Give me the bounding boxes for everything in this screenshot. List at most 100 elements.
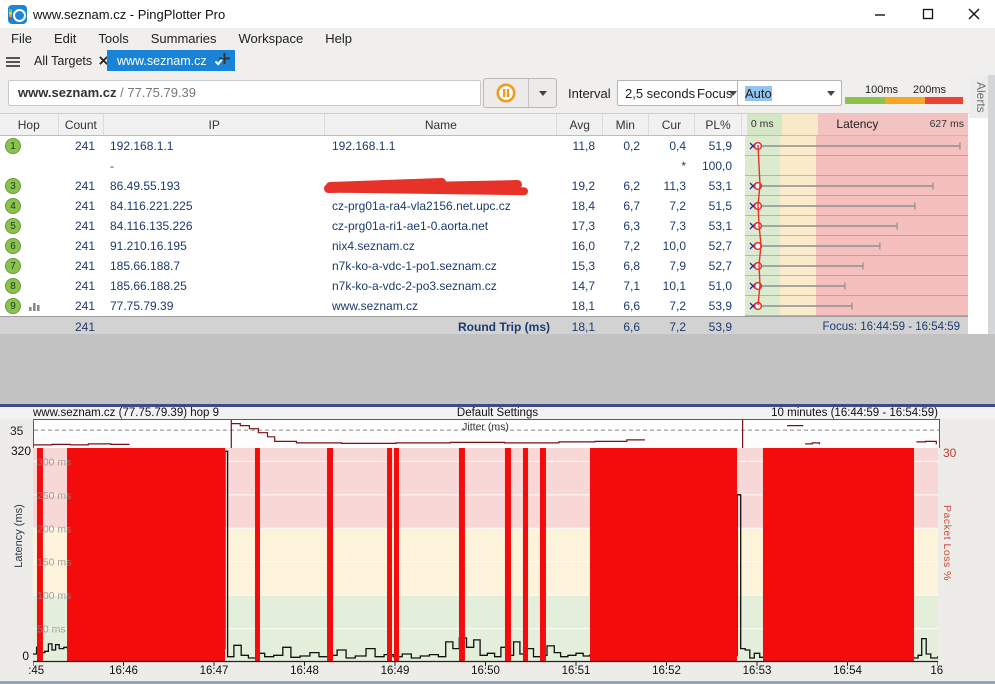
window-title: www.seznam.cz - PingPlotter Pro (33, 7, 225, 22)
hop-cell: 6 (0, 236, 58, 256)
tab-all-targets[interactable]: All Targets (24, 50, 118, 71)
name-cell (325, 156, 558, 176)
hop-row-4[interactable]: 424184.116.221.225cz-prg01a-ra4-vla2156.… (0, 196, 968, 216)
hop-row-7[interactable]: 7241185.66.188.7n7k-ko-a-vdc-1-po1.sezna… (0, 256, 968, 276)
time-tick-label: 16:48 (290, 665, 319, 677)
tab-active-label: www.seznam.cz (117, 54, 207, 68)
name-cell: 192.168.1.1 (325, 136, 558, 156)
latency-range-cell (745, 236, 968, 256)
avg-cell: 14,7 (558, 276, 603, 296)
min-cell: 6,2 (603, 176, 648, 196)
chevron-down-icon (827, 91, 835, 96)
chevron-down-icon (539, 91, 547, 96)
svg-text:100 ms: 100 ms (37, 590, 71, 602)
pl-cell: 51,9 (694, 136, 740, 156)
new-tab-button[interactable] (218, 52, 231, 65)
hop-row-2[interactable]: -*100,0 (0, 156, 968, 176)
latency-range-cell (745, 216, 968, 236)
avg-cell: 15,3 (558, 256, 603, 276)
time-tick-label: 16:53 (743, 665, 772, 677)
toolbar: www.seznam.cz / 77.75.79.39 Interval 2,5… (0, 73, 995, 114)
menu-item-workspace[interactable]: Workspace (227, 28, 314, 50)
ip-cell: 91.210.16.195 (103, 236, 325, 256)
tab-www-seznam-cz[interactable]: www.seznam.cz (107, 50, 235, 71)
column-header-pl[interactable]: PL% (695, 114, 742, 135)
alerts-side-tab[interactable]: Alerts (969, 76, 988, 118)
pause-control (483, 78, 557, 108)
hop-row-9[interactable]: 924177.75.79.39www.seznam.cz18,16,67,253… (0, 296, 968, 316)
focus-select[interactable]: Auto (737, 80, 842, 106)
time-tick-label: 16:52 (652, 665, 681, 677)
column-header-cur[interactable]: Cur (649, 114, 696, 135)
hop-row-6[interactable]: 624191.210.16.195nix4.seznam.cz16,07,210… (0, 236, 968, 256)
name-cell: n7k-ko-a-vdc-1-po1.seznam.cz (325, 256, 558, 276)
hamburger-icon[interactable] (6, 57, 20, 67)
column-header-avg[interactable]: Avg (557, 114, 603, 135)
hop-number-badge: 8 (5, 278, 21, 294)
pl-cell: 51,0 (694, 276, 740, 296)
count-cell: 241 (58, 236, 103, 256)
minimize-icon[interactable] (872, 6, 888, 22)
hop-row-5[interactable]: 524184.116.135.226cz-prg01a-ri1-ae1-0.ao… (0, 216, 968, 236)
focus-label: Focus (697, 86, 732, 101)
latency-range-cell (745, 296, 968, 316)
packet-loss-axis-max: 30 (943, 446, 956, 460)
timeline-range-label: 10 minutes (16:44:59 - 16:54:59) (771, 407, 938, 419)
time-tick-label: 16:54 (833, 665, 862, 677)
cur-cell: 11,3 (648, 176, 694, 196)
hop-number-badge: 5 (5, 218, 21, 234)
menu-bar: FileEditToolsSummariesWorkspaceHelp (0, 28, 995, 50)
menu-item-summaries[interactable]: Summaries (140, 28, 228, 50)
avg-cell: 16,0 (558, 236, 603, 256)
pingplotter-window: www.seznam.cz - PingPlotter Pro FileEdit… (0, 0, 995, 684)
tab-all-targets-label: All Targets (34, 54, 92, 68)
svg-text:50 ms: 50 ms (37, 624, 66, 636)
cur-cell: 7,9 (648, 256, 694, 276)
column-header-name[interactable]: Name (325, 114, 557, 135)
svg-text:200 ms: 200 ms (37, 523, 71, 535)
name-cell: nix4.seznam.cz (325, 236, 558, 256)
hop-row-8[interactable]: 8241185.66.188.25n7k-ko-a-vdc-2-po3.sezn… (0, 276, 968, 296)
hop-number-badge: 3 (5, 178, 21, 194)
menu-item-file[interactable]: File (0, 28, 43, 50)
hop-cell (0, 156, 58, 176)
ip-cell: - (103, 156, 325, 176)
cur-cell: 0,4 (648, 136, 694, 156)
pl-cell: 52,7 (694, 236, 740, 256)
column-header-latency[interactable]: 0 msLatency627 ms (747, 114, 968, 135)
latency-range-cell (745, 136, 968, 156)
interval-label: Interval (568, 86, 611, 101)
hop-row-3[interactable]: 324186.49.55.19319,26,211,353,1 (0, 176, 968, 196)
time-tick-label: 16:51 (562, 665, 591, 677)
packet-loss-axis-title: Packet Loss % (941, 505, 953, 581)
avg-cell: 19,2 (558, 176, 603, 196)
name-cell: cz-prg01a-ri1-ae1-0.aorta.net (325, 216, 558, 236)
latency-axis-max: 320 (2, 444, 31, 458)
menu-item-help[interactable]: Help (314, 28, 363, 50)
pause-dropdown-button[interactable] (529, 79, 556, 107)
menu-item-edit[interactable]: Edit (43, 28, 87, 50)
timeline-header: www.seznam.cz (77.75.79.39) hop 9 Defaul… (0, 407, 995, 419)
latency-timeline-graph[interactable]: 300 ms250 ms200 ms150 ms100 ms50 ms (33, 448, 938, 666)
column-header-min[interactable]: Min (603, 114, 649, 135)
timeline-shown-icon (28, 300, 42, 312)
latency-scale-bar (845, 97, 963, 104)
menu-item-tools[interactable]: Tools (87, 28, 139, 50)
close-icon[interactable] (966, 6, 982, 22)
hop-cell: 4 (0, 196, 58, 216)
maximize-icon[interactable] (920, 6, 936, 22)
cur-cell: 7,2 (648, 296, 694, 316)
scale-200ms-label: 200ms (913, 84, 946, 96)
latency-range-cell (745, 276, 968, 296)
column-header-count[interactable]: Count (59, 114, 105, 135)
column-header-ip[interactable]: IP (104, 114, 325, 135)
pause-button[interactable] (484, 79, 529, 107)
hop-cell: 8 (0, 276, 58, 296)
pl-cell: 53,1 (694, 176, 740, 196)
column-header-hop[interactable]: Hop (0, 114, 59, 135)
hop-row-1[interactable]: 1241192.168.1.1192.168.1.111,80,20,451,9 (0, 136, 968, 156)
scale-green-segment (845, 97, 885, 104)
jitter-graph-title: Jitter (ms) (33, 421, 938, 433)
avg-cell (558, 156, 603, 176)
target-input[interactable]: www.seznam.cz / 77.75.79.39 (8, 80, 481, 106)
